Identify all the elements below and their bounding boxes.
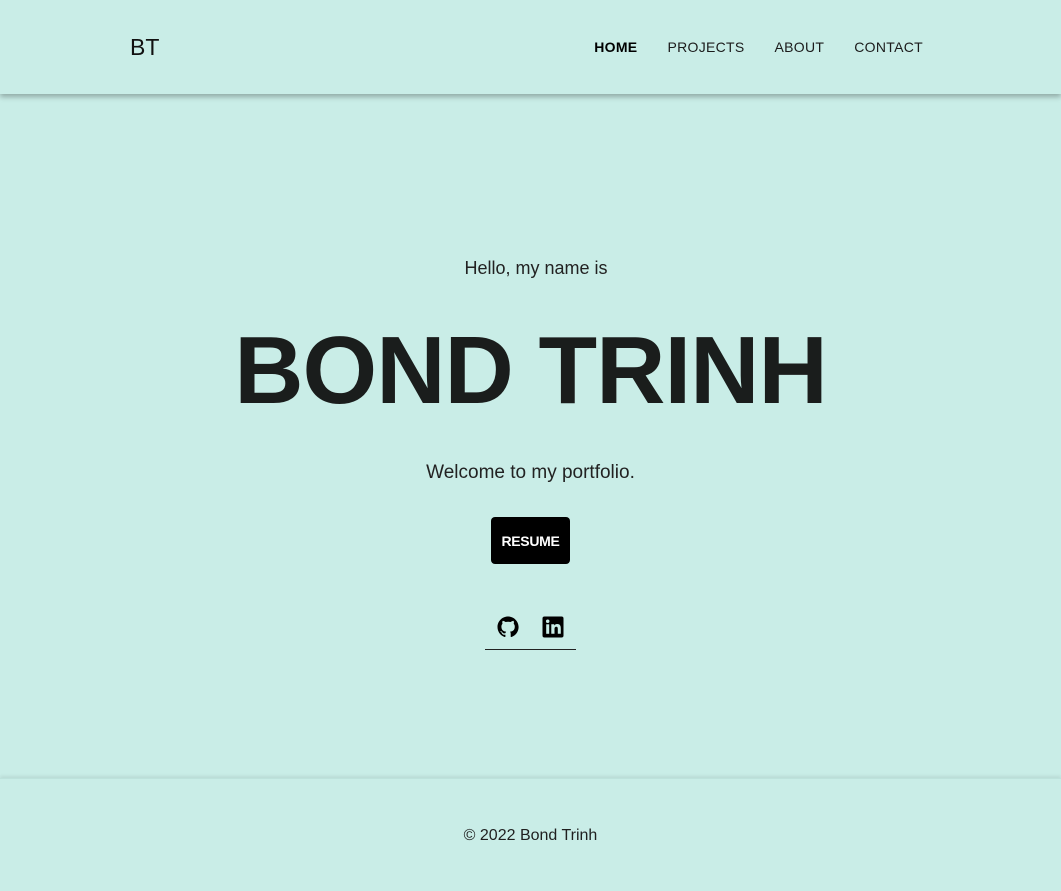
linkedin-icon-graphic (542, 616, 564, 638)
social-links (485, 612, 576, 650)
nav-item-home[interactable]: HOME (594, 39, 637, 55)
nav-item-projects[interactable]: PROJECTS (667, 39, 744, 55)
site-footer: © 2022 Bond Trinh (0, 778, 1061, 891)
brand-logo[interactable]: BT (130, 33, 159, 61)
footer-copyright: © 2022 Bond Trinh (463, 827, 598, 844)
hero-name: BOND TRINH (234, 317, 828, 424)
hero-section: Hello, my name is BOND TRINH Welcome to … (0, 94, 1061, 778)
site-header: BT HOME PROJECTS ABOUT CONTACT (0, 0, 1061, 94)
hero-welcome: Welcome to my portfolio. (426, 462, 635, 483)
github-icon[interactable] (496, 615, 520, 639)
portfolio-page: BT HOME PROJECTS ABOUT CONTACT Hello, my… (0, 0, 1061, 891)
nav-item-contact[interactable]: CONTACT (854, 39, 923, 55)
github-icon-graphic (497, 616, 519, 638)
main-nav: HOME PROJECTS ABOUT CONTACT (594, 39, 923, 55)
nav-item-about[interactable]: ABOUT (775, 39, 825, 55)
hero-greeting: Hello, my name is (464, 258, 608, 278)
resume-button[interactable]: RESUME (491, 517, 570, 564)
linkedin-icon[interactable] (541, 615, 565, 639)
